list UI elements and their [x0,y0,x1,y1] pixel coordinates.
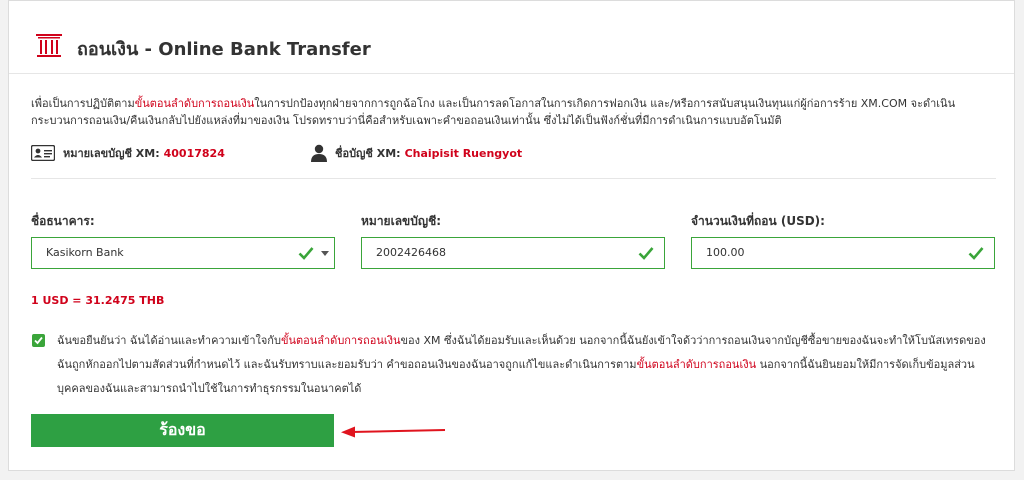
account-number-label: หมายเลขบัญชี XM: [63,147,160,160]
user-icon [311,144,327,162]
account-number-field-label: หมายเลขบัญชี: [361,214,442,228]
divider [31,178,996,179]
chevron-down-icon[interactable] [321,251,329,256]
checkmark-icon [298,247,314,260]
account-number-value: 40017824 [163,146,225,160]
amount-input[interactable]: 100.00 [691,237,995,269]
account-number-info: หมายเลขบัญชี XM: 40017824 [31,144,225,162]
bank-building-icon [36,34,62,57]
agreement-checkbox[interactable] [32,334,45,347]
account-name-info: ชื่อบัญชี XM: Chaipisit Ruengyot [311,144,522,162]
checkmark-icon [638,247,654,260]
account-name-value: Chaipisit Ruengyot [404,146,523,160]
amount-field-label: จำนวนเงินที่ถอน (USD): [691,214,825,228]
procedure-link-1[interactable]: ขั้นตอนลำดับการถอนเงิน [281,334,401,347]
agreement-text: ฉันขอยืนยันว่า ฉันได้อ่านและทำความเข้าใจ… [57,329,993,401]
id-card-icon [31,145,55,161]
exchange-rate: 1 USD = 31.2475 THB [31,294,165,307]
bank-name-select[interactable]: Kasikorn Bank [31,237,335,269]
submit-request-button[interactable]: ร้องขอ [31,414,334,447]
procedure-link-2[interactable]: ขั้นตอนลำดับการถอนเงิน [637,358,757,371]
account-name-label: ชื่อบัญชี XM: [335,147,401,160]
bank-name-label: ชื่อธนาคาร: [31,214,95,228]
amount-value: 100.00 [706,246,745,259]
withdrawal-card: ถอนเงิน - Online Bank Transfer เพื่อเป็น… [8,0,1015,471]
checkbox-check-icon [34,336,43,345]
account-info-row: หมายเลขบัญชี XM: 40017824 ชื่อบัญชี XM: … [31,144,991,164]
red-arrow-annotation [341,426,446,438]
intro-paragraph: เพื่อเป็นการปฏิบัติตามขั้นตอนลำดับการถอน… [31,95,999,129]
withdrawal-procedure-link[interactable]: ขั้นตอนลำดับการถอนเงิน [135,97,255,110]
bank-account-number-value: 2002426468 [376,246,446,259]
page-title: ถอนเงิน - Online Bank Transfer [77,39,371,60]
bank-account-number-input[interactable]: 2002426468 [361,237,665,269]
card-header: ถอนเงิน - Online Bank Transfer [9,1,1014,74]
checkmark-icon [968,247,984,260]
agreement-text-1: ฉันขอยืนยันว่า ฉันได้อ่านและทำความเข้าใจ… [57,334,281,347]
intro-text-1: เพื่อเป็นการปฏิบัติตาม [31,97,135,110]
bank-name-value: Kasikorn Bank [46,246,124,259]
